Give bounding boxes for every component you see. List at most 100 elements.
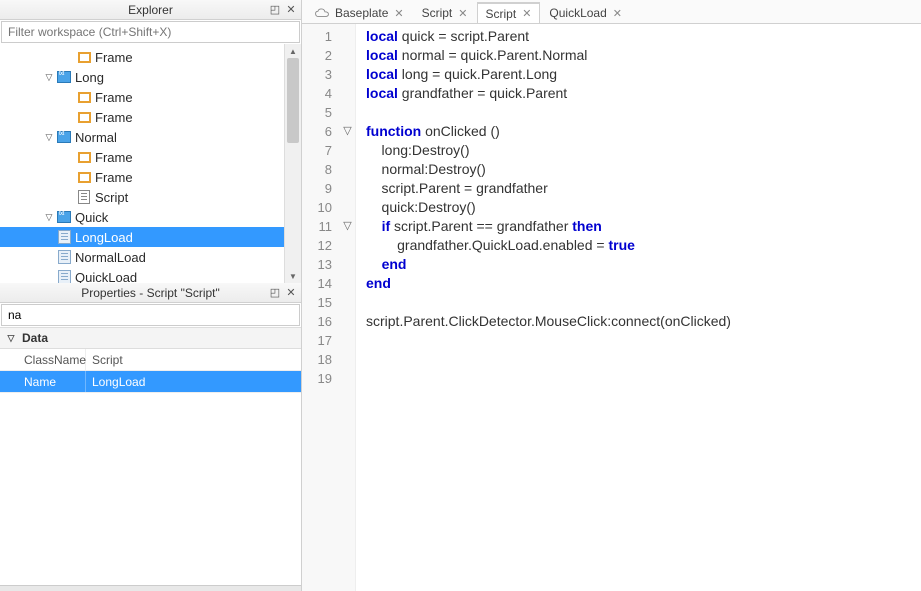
line-number: 11	[302, 217, 332, 236]
tab-close-button[interactable]: ✕	[522, 7, 531, 20]
line-number: 1	[302, 27, 332, 46]
tree-item-frame[interactable]: ▽Frame	[0, 107, 301, 127]
tree-item-frame[interactable]: ▽Frame	[0, 47, 301, 67]
tab-close-button[interactable]: ✕	[458, 7, 467, 20]
scroll-up-button[interactable]: ▲	[285, 44, 301, 58]
tree-item-normal[interactable]: ▽Normal	[0, 127, 301, 147]
explorer-tree[interactable]: ▽Frame▽Long▽Frame▽Frame▽Normal▽Frame▽Fra…	[0, 44, 301, 283]
tree-item-quick[interactable]: ▽ Quick	[0, 207, 301, 227]
tab-script[interactable]: Script✕	[477, 2, 541, 23]
fold-marker	[340, 331, 355, 350]
chevron-down-icon[interactable]: ▽	[4, 331, 18, 345]
code-line[interactable]: normal:Destroy()	[366, 160, 921, 179]
tab-script[interactable]: Script✕	[413, 2, 477, 23]
tree-item-normalload[interactable]: ▽NormalLoad	[0, 247, 301, 267]
code-line[interactable]	[366, 103, 921, 122]
code-line[interactable]	[366, 369, 921, 388]
scroll-down-button[interactable]: ▼	[285, 269, 301, 283]
properties-filter-input[interactable]	[1, 304, 300, 326]
script-icon	[76, 190, 92, 204]
code-editor[interactable]: 12345678910111213141516171819 ▽▽ local q…	[302, 24, 921, 591]
tree-item-frame[interactable]: ▽Frame	[0, 87, 301, 107]
tree-item-label: Frame	[95, 50, 133, 65]
properties-dock-button[interactable]: ◰	[267, 285, 283, 301]
fold-marker[interactable]: ▽	[340, 122, 355, 141]
line-number: 16	[302, 312, 332, 331]
explorer-title: Explorer	[0, 3, 301, 17]
line-number: 4	[302, 84, 332, 103]
tree-item-long[interactable]: ▽Long	[0, 67, 301, 87]
expander-icon[interactable]: ▽	[42, 130, 56, 144]
tab-label: QuickLoad	[549, 6, 606, 20]
fold-marker	[340, 312, 355, 331]
code-line[interactable]: function onClicked ()	[366, 122, 921, 141]
line-number: 5	[302, 103, 332, 122]
property-value[interactable]: LongLoad	[86, 371, 301, 392]
code-line[interactable]	[366, 350, 921, 369]
code-line[interactable]: script.Parent = grandfather	[366, 179, 921, 198]
line-number: 17	[302, 331, 332, 350]
tab-label: Baseplate	[335, 6, 388, 20]
properties-close-button[interactable]: ✕	[283, 285, 299, 301]
code-line[interactable]: if script.Parent == grandfather then	[366, 217, 921, 236]
properties-title: Properties - Script "Script"	[0, 286, 301, 300]
expander-icon[interactable]: ▽	[42, 70, 56, 84]
tree-item-label: Quick	[75, 210, 108, 225]
tab-close-button[interactable]: ✕	[394, 7, 403, 20]
property-row-classname[interactable]: ClassNameScript	[0, 349, 301, 371]
tab-baseplate[interactable]: Baseplate ✕	[306, 2, 413, 23]
expander-icon[interactable]: ▽	[42, 210, 56, 224]
code-line[interactable]: quick:Destroy()	[366, 198, 921, 217]
tree-item-frame[interactable]: ▽Frame	[0, 147, 301, 167]
code-line[interactable]: grandfather.QuickLoad.enabled = true	[366, 236, 921, 255]
line-number: 19	[302, 369, 332, 388]
fold-marker	[340, 103, 355, 122]
tree-item-label: QuickLoad	[75, 270, 137, 284]
properties-section-header[interactable]: ▽ Data	[0, 327, 301, 349]
tree-item-script[interactable]: ▽Script	[0, 187, 301, 207]
fold-marker	[340, 255, 355, 274]
line-number-gutter: 12345678910111213141516171819	[302, 24, 340, 591]
code-area[interactable]: local quick = script.Parentlocal normal …	[356, 24, 921, 591]
line-number: 8	[302, 160, 332, 179]
fold-marker	[340, 141, 355, 160]
code-line[interactable]: end	[366, 274, 921, 293]
text-icon	[56, 230, 72, 244]
tree-item-frame[interactable]: ▽Frame	[0, 167, 301, 187]
property-row-name[interactable]: NameLongLoad	[0, 371, 301, 393]
properties-section-label: Data	[22, 331, 48, 345]
line-number: 6	[302, 122, 332, 141]
tab-close-button[interactable]: ✕	[613, 7, 622, 20]
explorer-scrollbar[interactable]: ▲ ▼	[284, 44, 301, 283]
code-line[interactable]	[366, 293, 921, 312]
gui-icon	[56, 210, 72, 224]
code-line[interactable]: local quick = script.Parent	[366, 27, 921, 46]
explorer-dock-button[interactable]: ◰	[267, 2, 283, 18]
tree-item-quickload[interactable]: ▽QuickLoad	[0, 267, 301, 283]
code-line[interactable]: end	[366, 255, 921, 274]
line-number: 10	[302, 198, 332, 217]
line-number: 14	[302, 274, 332, 293]
tree-item-longload[interactable]: ▽LongLoad	[0, 227, 301, 247]
fold-marker[interactable]: ▽	[340, 217, 355, 236]
tree-item-label: Frame	[95, 150, 133, 165]
explorer-header: Explorer ◰ ✕	[0, 0, 301, 20]
frame-icon	[76, 110, 92, 124]
panel-resize-handle[interactable]	[0, 585, 301, 591]
code-line[interactable]: local long = quick.Parent.Long	[366, 65, 921, 84]
code-line[interactable]	[366, 331, 921, 350]
tab-quickload[interactable]: QuickLoad ✕	[540, 2, 631, 23]
code-line[interactable]: long:Destroy()	[366, 141, 921, 160]
code-line[interactable]: local normal = quick.Parent.Normal	[366, 46, 921, 65]
fold-marker	[340, 350, 355, 369]
scroll-thumb[interactable]	[287, 58, 299, 143]
code-line[interactable]: local grandfather = quick.Parent	[366, 84, 921, 103]
code-line[interactable]: script.Parent.ClickDetector.MouseClick:c…	[366, 312, 921, 331]
explorer-close-button[interactable]: ✕	[283, 2, 299, 18]
tree-item-label: Script	[95, 190, 128, 205]
editor-tab-bar: Baseplate✕Script✕Script✕QuickLoad✕	[302, 0, 921, 24]
property-value[interactable]: Script	[86, 349, 301, 370]
fold-marker	[340, 84, 355, 103]
tree-item-label: Frame	[95, 90, 133, 105]
explorer-filter-input[interactable]	[1, 21, 300, 43]
